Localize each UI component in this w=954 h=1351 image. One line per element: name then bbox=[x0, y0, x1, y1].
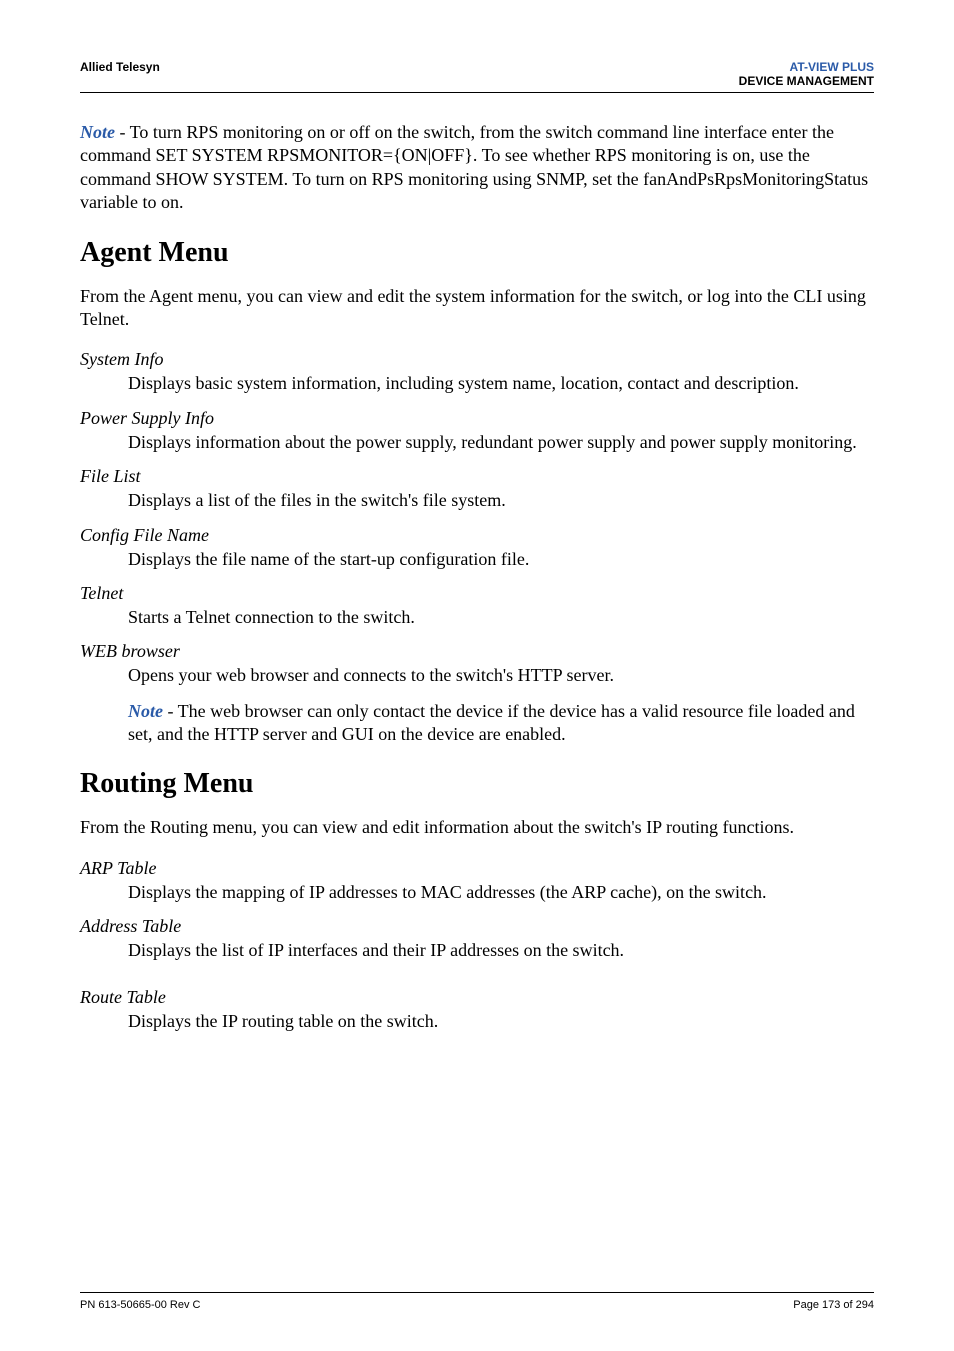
note-label: Note bbox=[80, 122, 115, 142]
header-right: AT-VIEW PLUS DEVICE MANAGEMENT bbox=[739, 60, 874, 88]
page-footer: PN 613-50665-00 Rev C Page 173 of 294 bbox=[80, 1252, 874, 1311]
routing-lead: From the Routing menu, you can view and … bbox=[80, 816, 874, 839]
intro-note: Note - To turn RPS monitoring on or off … bbox=[80, 121, 874, 215]
intro-text: - To turn RPS monitoring on or off on th… bbox=[80, 122, 868, 212]
term-web-browser: WEB browser bbox=[80, 641, 874, 662]
term-telnet: Telnet bbox=[80, 583, 874, 604]
footer-left: PN 613-50665-00 Rev C bbox=[80, 1299, 200, 1311]
header-product: AT-VIEW PLUS bbox=[790, 60, 874, 74]
header-section: DEVICE MANAGEMENT bbox=[739, 74, 874, 88]
def-telnet: Starts a Telnet connection to the switch… bbox=[128, 606, 874, 629]
page-header: Allied Telesyn AT-VIEW PLUS DEVICE MANAG… bbox=[80, 60, 874, 93]
def-file-list: Displays a list of the files in the swit… bbox=[128, 489, 874, 512]
def-power-supply-info: Displays information about the power sup… bbox=[128, 431, 874, 454]
def-config-file-name: Displays the file name of the start-up c… bbox=[128, 548, 874, 571]
term-arp-table: ARP Table bbox=[80, 858, 874, 879]
term-file-list: File List bbox=[80, 466, 874, 487]
term-system-info: System Info bbox=[80, 349, 874, 370]
web-browser-note-text: - The web browser can only contact the d… bbox=[128, 701, 855, 744]
def-address-table: Displays the list of IP interfaces and t… bbox=[128, 939, 874, 962]
def-web-browser: Opens your web browser and connects to t… bbox=[128, 664, 874, 687]
agent-menu-heading: Agent Menu bbox=[80, 237, 874, 269]
def-system-info: Displays basic system information, inclu… bbox=[128, 372, 874, 395]
term-route-table: Route Table bbox=[80, 987, 874, 1008]
term-config-file-name: Config File Name bbox=[80, 525, 874, 546]
header-left: Allied Telesyn bbox=[80, 60, 160, 88]
agent-lead: From the Agent menu, you can view and ed… bbox=[80, 285, 874, 332]
routing-menu-heading: Routing Menu bbox=[80, 768, 874, 800]
def-arp-table: Displays the mapping of IP addresses to … bbox=[128, 881, 874, 904]
note-label: Note bbox=[128, 701, 163, 721]
term-power-supply-info: Power Supply Info bbox=[80, 408, 874, 429]
def-route-table: Displays the IP routing table on the swi… bbox=[128, 1010, 874, 1033]
web-browser-note: Note - The web browser can only contact … bbox=[128, 700, 874, 747]
term-address-table: Address Table bbox=[80, 916, 874, 937]
footer-right: Page 173 of 294 bbox=[793, 1299, 874, 1311]
document-page: Allied Telesyn AT-VIEW PLUS DEVICE MANAG… bbox=[0, 0, 954, 1351]
